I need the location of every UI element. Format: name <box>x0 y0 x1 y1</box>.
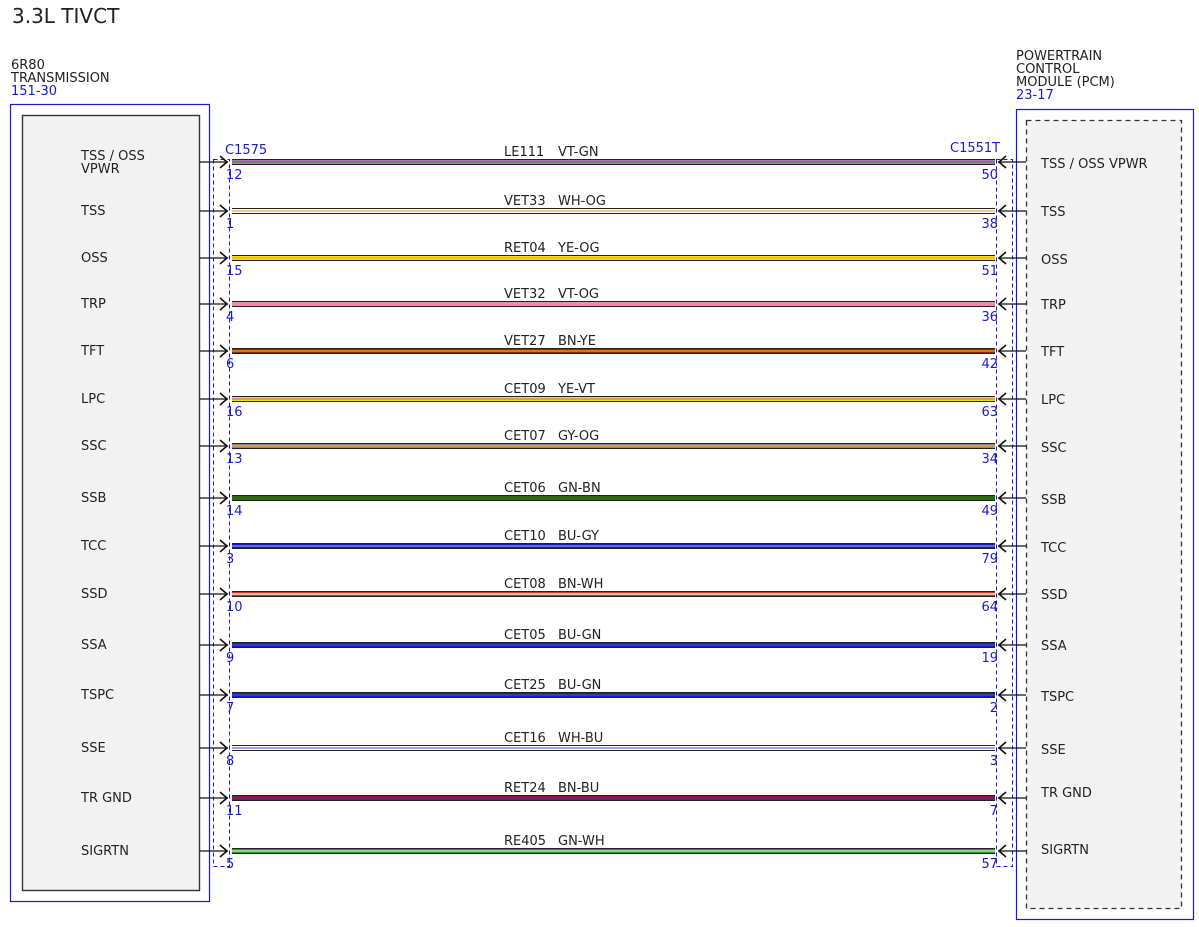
right-pin-number[interactable]: 34 <box>958 452 998 467</box>
circuit-number[interactable]: VET32 <box>504 287 546 302</box>
left-pin-number[interactable]: 16 <box>226 405 243 420</box>
left-pin-label: SSD <box>81 587 108 602</box>
right-pin-label: TSPC <box>1041 690 1075 705</box>
right-pin-label: SSB <box>1041 493 1067 508</box>
circuit-number[interactable]: CET08 <box>504 577 546 592</box>
wire-color-code: BN-YE <box>558 334 596 349</box>
wire-color-code: GN-BN <box>558 481 601 496</box>
circuit-number[interactable]: LE111 <box>504 145 544 160</box>
left-pin-label: TFT <box>81 344 105 359</box>
left-pin-number[interactable]: 9 <box>226 651 234 666</box>
circuit-number[interactable]: RET24 <box>504 781 546 796</box>
left-pin-label: SIGRTN <box>81 844 129 859</box>
wire-color-code: GN-WH <box>558 834 605 849</box>
right-pin-number[interactable]: 51 <box>958 264 998 279</box>
right-pin-number[interactable]: 2 <box>958 701 998 716</box>
wire-color-code: BU-GN <box>558 628 602 643</box>
right-pin-number[interactable]: 49 <box>958 504 998 519</box>
circuit-number[interactable]: CET07 <box>504 429 546 444</box>
right-pin-label: OSS <box>1041 253 1068 268</box>
wire-color-code: VT-GN <box>558 145 599 160</box>
wire-color-code: VT-OG <box>558 287 599 302</box>
left-pin-label: SSC <box>81 439 107 454</box>
wire-color-code: YE-VT <box>558 382 595 397</box>
wire-color-code: WH-OG <box>558 194 606 209</box>
right-pin-number[interactable]: 79 <box>958 552 998 567</box>
left-pin-number[interactable]: 12 <box>226 168 243 183</box>
circuit-number[interactable]: CET25 <box>504 678 546 693</box>
right-pin-label: TRP <box>1041 298 1066 313</box>
right-pin-number[interactable]: 63 <box>958 405 998 420</box>
circuit-number[interactable]: CET16 <box>504 731 546 746</box>
circuit-number[interactable]: CET06 <box>504 481 546 496</box>
left-pin-number[interactable]: 15 <box>226 264 243 279</box>
circuit-number[interactable]: CET10 <box>504 529 546 544</box>
circuit-number[interactable]: VET27 <box>504 334 546 349</box>
left-pin-label: TR GND <box>81 791 132 806</box>
right-pin-label: TFT <box>1041 345 1065 360</box>
right-pin-number[interactable]: 42 <box>958 357 998 372</box>
left-pin-number[interactable]: 14 <box>226 504 243 519</box>
right-pin-label: LPC <box>1041 393 1066 408</box>
wire-color-code: BU-GN <box>558 678 602 693</box>
left-pin-label: OSS <box>81 251 108 266</box>
circuit-number[interactable]: RET04 <box>504 241 546 256</box>
right-pin-label: SIGRTN <box>1041 843 1089 858</box>
circuit-number[interactable]: CET09 <box>504 382 546 397</box>
left-pin-label: VPWR <box>81 162 120 177</box>
right-pin-label: TCC <box>1041 541 1067 556</box>
wire-color-code: BU-GY <box>558 529 599 544</box>
right-pin-number[interactable]: 7 <box>958 804 998 819</box>
left-pin-number[interactable]: 10 <box>226 600 243 615</box>
left-pin-number[interactable]: 4 <box>226 310 234 325</box>
right-pin-label: SSC <box>1041 441 1067 456</box>
wires-layer <box>200 155 1026 858</box>
right-pin-label: SSD <box>1041 588 1068 603</box>
left-pin-label: SSB <box>81 491 107 506</box>
right-pin-number[interactable]: 3 <box>958 754 998 769</box>
left-pin-number[interactable]: 5 <box>226 857 234 872</box>
left-component-body <box>21 114 201 892</box>
left-pin-number[interactable]: 7 <box>226 701 234 716</box>
right-connector-housing <box>996 159 1013 867</box>
wire-color-code: WH-BU <box>558 731 604 746</box>
right-pin-number[interactable]: 38 <box>958 217 998 232</box>
left-pin-number[interactable]: 3 <box>226 552 234 567</box>
left-pin-label: TRP <box>81 297 106 312</box>
left-pin-label: TCC <box>81 539 107 554</box>
left-pin-number[interactable]: 11 <box>226 804 243 819</box>
wire-color-code: GY-OG <box>558 429 600 444</box>
left-pin-label: SSA <box>81 638 107 653</box>
right-pin-number[interactable]: 19 <box>958 651 998 666</box>
left-pin-number[interactable]: 1 <box>226 217 234 232</box>
right-pin-label: TSS <box>1041 205 1066 220</box>
circuit-number[interactable]: CET05 <box>504 628 546 643</box>
left-pin-label: TSS <box>81 204 106 219</box>
right-pin-number[interactable]: 57 <box>958 857 998 872</box>
left-pin-label: LPC <box>81 392 106 407</box>
left-pin-label: SSE <box>81 741 106 756</box>
wiring-diagram <box>9 103 1195 921</box>
left-pin-number[interactable]: 8 <box>226 754 234 769</box>
right-pin-label: TSS / OSS VPWR <box>1041 157 1148 172</box>
left-pin-number[interactable]: 13 <box>226 452 243 467</box>
right-pin-number[interactable]: 36 <box>958 310 998 325</box>
right-pin-label: SSA <box>1041 639 1067 654</box>
circuit-number[interactable]: RE405 <box>504 834 546 849</box>
right-pin-number[interactable]: 50 <box>958 168 998 183</box>
wire-color-code: BN-BU <box>558 781 600 796</box>
wire-color-code: YE-OG <box>558 241 600 256</box>
right-pin-label: SSE <box>1041 743 1066 758</box>
circuit-number[interactable]: VET33 <box>504 194 546 209</box>
wire-color-code: BN-WH <box>558 577 604 592</box>
right-pin-number[interactable]: 64 <box>958 600 998 615</box>
left-pin-label: TSPC <box>81 688 115 703</box>
right-pin-label: TR GND <box>1041 786 1092 801</box>
left-pin-number[interactable]: 6 <box>226 357 234 372</box>
